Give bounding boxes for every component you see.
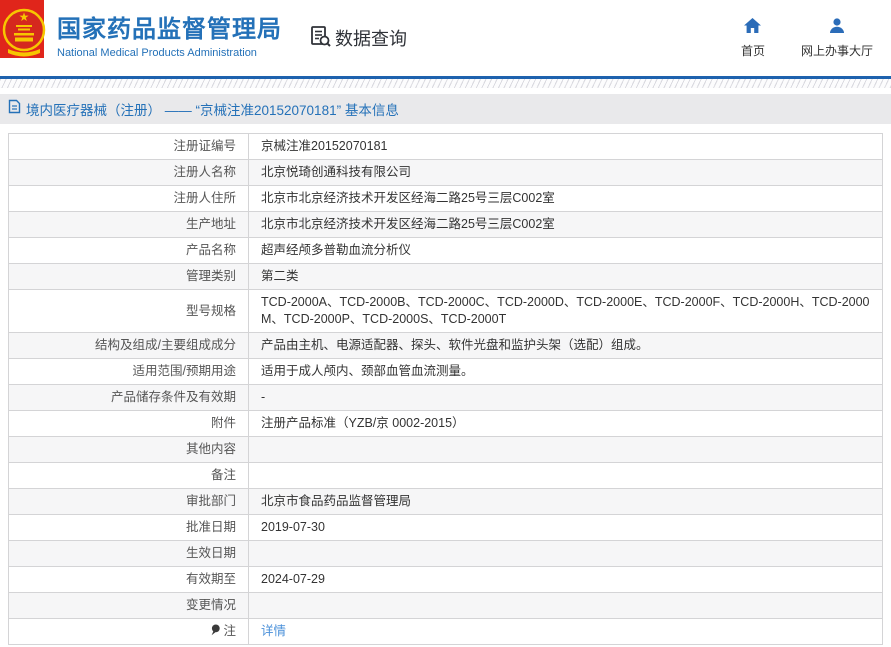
row-value: 北京市北京经济技术开发区经海二路25号三层C002室 — [248, 211, 883, 238]
table-row: 注册人住所 北京市北京经济技术开发区经海二路25号三层C002室 — [8, 185, 883, 212]
nav-item-service-hall[interactable]: 网上办事大厅 — [800, 17, 873, 59]
document-search-icon — [308, 24, 332, 53]
info-table-body: 注册证编号 京械注准20152070181 注册人名称 北京悦琦创通科技有限公司 注册人… — [8, 133, 883, 645]
page-header: ★ 国家药品监督管理局 National Medical Products Ad… — [0, 0, 891, 76]
table-row: 其他内容 — [8, 436, 883, 463]
row-value: 注册产品标准（YZB/京 0002-2015） — [248, 410, 883, 437]
row-label: 生效日期 — [8, 540, 249, 567]
table-row: 生产地址 北京市北京经济技术开发区经海二路25号三层C002室 — [8, 211, 883, 238]
row-label: 注册证编号 — [8, 133, 249, 160]
row-value — [248, 592, 883, 619]
table-row: 审批部门 北京市食品药品监督管理局 — [8, 488, 883, 515]
header-nav: 首页 网上办事大厅 — [740, 17, 873, 59]
table-row: 变更情况 — [8, 592, 883, 619]
svg-text:★: ★ — [19, 10, 30, 24]
user-icon — [829, 17, 845, 38]
row-value — [248, 436, 883, 463]
row-label: 批准日期 — [8, 514, 249, 541]
nav-item-home[interactable]: 首页 — [740, 17, 765, 59]
home-icon — [744, 17, 762, 38]
hatched-divider-band — [0, 79, 891, 88]
row-label: 备注 — [8, 462, 249, 489]
row-label: 产品储存条件及有效期 — [8, 384, 249, 411]
data-query-label: 数据查询 — [335, 29, 407, 49]
row-label: 结构及组成/主要组成成分 — [8, 332, 249, 359]
row-value — [248, 462, 883, 489]
table-row: 有效期至 2024-07-29 — [8, 566, 883, 593]
table-row: 附件 注册产品标准（YZB/京 0002-2015） — [8, 410, 883, 437]
table-row: 批准日期 2019-07-30 — [8, 514, 883, 541]
table-row: 适用范围/预期用途 适用于成人颅内、颈部血管血流测量。 — [8, 358, 883, 385]
table-row: 注册人名称 北京悦琦创通科技有限公司 — [8, 159, 883, 186]
table-row: 生效日期 — [8, 540, 883, 567]
row-label: 生产地址 — [8, 211, 249, 238]
row-label: 型号规格 — [8, 289, 249, 333]
table-row: 管理类别 第二类 — [8, 263, 883, 290]
row-value — [248, 540, 883, 567]
row-label: 注册人名称 — [8, 159, 249, 186]
row-value: 北京悦琦创通科技有限公司 — [248, 159, 883, 186]
row-value: 产品由主机、电源适配器、探头、软件光盘和监护头架（选配）组成。 — [248, 332, 883, 359]
table-row: 型号规格 TCD-2000A、TCD-2000B、TCD-2000C、TCD-20… — [8, 289, 883, 333]
table-row: 备注 — [8, 462, 883, 489]
table-row: 注详情 — [8, 618, 883, 645]
row-label: 其他内容 — [8, 436, 249, 463]
table-row: 结构及组成/主要组成成分 产品由主机、电源适配器、探头、软件光盘和监护头架（选配）… — [8, 332, 883, 359]
row-value: 2024-07-29 — [248, 566, 883, 593]
row-label: 变更情况 — [8, 592, 249, 619]
org-subtitle: National Medical Products Administration — [57, 47, 257, 59]
row-label: 注册人住所 — [8, 185, 249, 212]
document-icon — [8, 99, 21, 119]
row-value: 超声经颅多普勒血流分析仪 — [248, 237, 883, 264]
registration-info-table: 注册证编号 京械注准20152070181 注册人名称 北京悦琦创通科技有限公司 注册人… — [8, 133, 883, 645]
row-value: 京械注准20152070181 — [248, 133, 883, 160]
row-value: 2019-07-30 — [248, 514, 883, 541]
row-label: 有效期至 — [8, 566, 249, 593]
national-emblem-icon: ★ — [0, 0, 46, 58]
data-query-section[interactable]: 数据查询 — [308, 24, 407, 53]
org-title-block: 国家药品监督管理局 National Medical Products Admi… — [57, 16, 282, 60]
row-label: 产品名称 — [8, 237, 249, 264]
row-value: 适用于成人颅内、颈部血管血流测量。 — [248, 358, 883, 385]
row-label: 管理类别 — [8, 263, 249, 290]
row-value: TCD-2000A、TCD-2000B、TCD-2000C、TCD-2000D、… — [248, 289, 883, 333]
row-value: 详情 — [248, 618, 883, 645]
table-row: 产品名称 超声经颅多普勒血流分析仪 — [8, 237, 883, 264]
breadcrumb: 境内医疗器械（注册） —— “京械注准20152070181” 基本信息 — [0, 94, 891, 124]
row-value: 北京市食品药品监督管理局 — [248, 488, 883, 515]
row-label: 适用范围/预期用途 — [8, 358, 249, 385]
pin-icon — [210, 624, 223, 638]
nav-item-label: 首页 — [740, 43, 765, 58]
row-label: 注 — [8, 618, 249, 645]
row-label: 审批部门 — [8, 488, 249, 515]
table-row: 注册证编号 京械注准20152070181 — [8, 133, 883, 160]
row-label: 附件 — [8, 410, 249, 437]
org-title: 国家药品监督管理局 — [57, 16, 282, 43]
breadcrumb-text: 境内医疗器械（注册） —— “京械注准20152070181” 基本信息 — [26, 103, 399, 118]
row-value: 第二类 — [248, 263, 883, 290]
detail-link[interactable]: 详情 — [261, 624, 286, 638]
row-value: - — [248, 384, 883, 411]
row-value: 北京市北京经济技术开发区经海二路25号三层C002室 — [248, 185, 883, 212]
nav-item-label: 网上办事大厅 — [800, 43, 873, 58]
nmpa-emblem-logo: ★ — [0, 0, 50, 62]
table-row: 产品储存条件及有效期 - — [8, 384, 883, 411]
